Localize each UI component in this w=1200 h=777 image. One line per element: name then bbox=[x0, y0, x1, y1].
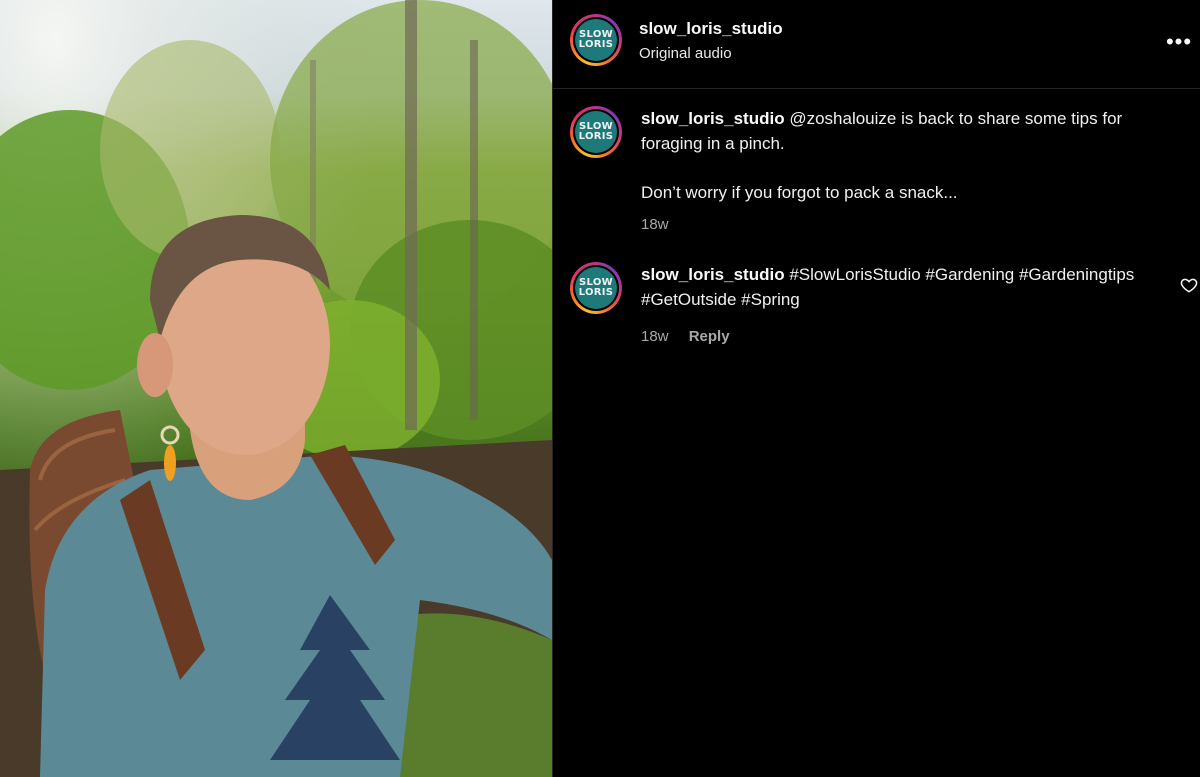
caption-text: slow_loris_studio @zoshalouize is back t… bbox=[641, 106, 1161, 205]
video-frame-illustration bbox=[0, 0, 552, 777]
post-details-panel: SLOW LORIS slow_loris_studio Original au… bbox=[553, 0, 1200, 777]
comment-avatar[interactable]: SLOW LORIS bbox=[570, 262, 622, 314]
reel-video[interactable] bbox=[0, 0, 552, 777]
heart-icon[interactable] bbox=[1180, 276, 1198, 294]
avatar-logo-bottom: LORIS bbox=[578, 287, 614, 298]
caption-avatar[interactable]: SLOW LORIS bbox=[570, 106, 622, 158]
audio-link[interactable]: Original audio bbox=[639, 45, 732, 62]
comment-text: slow_loris_studio #SlowLorisStudio #Gard… bbox=[641, 262, 1161, 312]
caption-timestamp[interactable]: 18w bbox=[641, 216, 669, 233]
comment-username[interactable]: slow_loris_studio bbox=[641, 265, 785, 284]
more-options-icon[interactable]: ••• bbox=[1165, 28, 1193, 56]
author-username[interactable]: slow_loris_studio bbox=[639, 19, 783, 39]
caption: SLOW LORIS slow_loris_studio @zoshalouiz… bbox=[553, 106, 1200, 236]
caption-line-2: Don’t worry if you forgot to pack a snac… bbox=[641, 183, 958, 202]
comment-meta: 18w Reply bbox=[641, 328, 730, 345]
reply-button[interactable]: Reply bbox=[689, 328, 730, 345]
avatar-logo-bottom: LORIS bbox=[578, 131, 614, 142]
comment-item: SLOW LORIS slow_loris_studio #SlowLorisS… bbox=[553, 262, 1200, 352]
comment-timestamp[interactable]: 18w bbox=[641, 328, 669, 345]
post-header: SLOW LORIS slow_loris_studio Original au… bbox=[553, 0, 1200, 89]
avatar-logo-bottom: LORIS bbox=[578, 39, 614, 50]
caption-username[interactable]: slow_loris_studio bbox=[641, 109, 785, 128]
author-avatar[interactable]: SLOW LORIS bbox=[570, 14, 622, 66]
